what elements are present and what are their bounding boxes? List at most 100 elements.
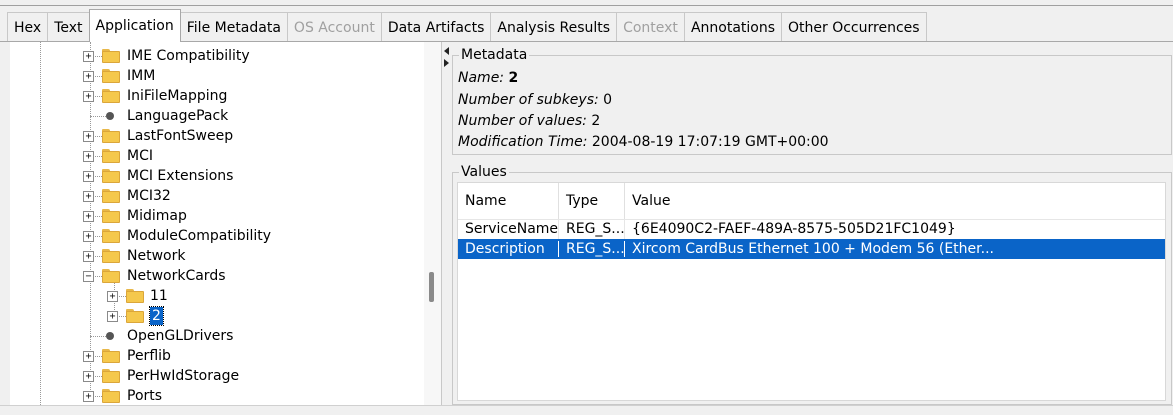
expand-icon[interactable]: +: [83, 251, 94, 262]
tree-guide-line: [40, 42, 41, 405]
metadata-name-label: Name:: [458, 70, 505, 86]
tree-connector: [90, 336, 106, 337]
tab-application[interactable]: Application: [88, 9, 181, 42]
tab-analysis-results[interactable]: Analysis Results: [490, 12, 618, 42]
tree-item-label[interactable]: 2: [149, 306, 164, 326]
tree-item-label[interactable]: MCI: [127, 147, 153, 165]
tree-item-label[interactable]: IME Compatibility: [127, 47, 250, 65]
folder-icon: [102, 129, 120, 143]
expand-icon[interactable]: +: [83, 71, 94, 82]
registry-tree[interactable]: + IME Compatibility + IMM + IniFileMapping Lan…: [10, 42, 442, 405]
tree-item-label[interactable]: IMM: [127, 67, 155, 85]
metadata-title: Metadata: [459, 47, 530, 63]
folder-icon: [102, 249, 120, 263]
expand-icon[interactable]: +: [83, 191, 94, 202]
folder-icon: [102, 169, 120, 183]
folder-icon: [102, 229, 120, 243]
tab-annotations[interactable]: Annotations: [683, 12, 783, 42]
values-title: Values: [459, 164, 509, 180]
table-row-1-type[interactable]: REG_S...: [559, 219, 625, 239]
cell-separator: [558, 241, 559, 257]
column-header-type[interactable]: Type: [559, 183, 625, 219]
expand-icon[interactable]: +: [83, 91, 94, 102]
folder-icon: [126, 289, 144, 303]
collapse-icon[interactable]: −: [83, 271, 94, 282]
table-row-2-name[interactable]: Description: [458, 239, 559, 259]
window-top-border: [0, 0, 1173, 6]
metadata-subkeys-line: Number of subkeys: 0: [458, 92, 612, 108]
tree-item-label[interactable]: ModuleCompatibility: [127, 227, 271, 245]
registry-value-icon: [106, 112, 114, 120]
tree-item-label[interactable]: Midimap: [127, 207, 187, 225]
values-table[interactable]: Name Type Value ServiceName REG_S... {6E…: [457, 182, 1166, 401]
metadata-mtime-value: 2004-08-19 17:07:19 GMT+00:00: [591, 134, 829, 150]
folder-icon: [102, 209, 120, 223]
tab-file-metadata[interactable]: File Metadata: [179, 12, 288, 42]
folder-icon: [102, 69, 120, 83]
tab-other-occurrences[interactable]: Other Occurrences: [781, 12, 927, 42]
table-row-1-value[interactable]: {6E4090C2-FAEF-489A-8575-505D21FC1049}: [625, 219, 1165, 239]
metadata-mtime-line: Modification Time: 2004-08-19 17:07:19 G…: [458, 134, 829, 150]
expand-icon[interactable]: +: [83, 231, 94, 242]
expand-icon[interactable]: +: [83, 371, 94, 382]
tab-os-account[interactable]: OS Account: [286, 12, 382, 42]
folder-icon: [102, 49, 120, 63]
folder-icon: [102, 389, 120, 403]
panel-splitter[interactable]: [442, 42, 450, 405]
tree-item-label[interactable]: Network: [127, 247, 185, 265]
tab-text[interactable]: Text: [47, 12, 90, 42]
bottom-border: [0, 405, 1173, 415]
folder-icon: [102, 149, 120, 163]
metadata-subkeys-label: Number of subkeys:: [458, 92, 599, 108]
folder-icon: [102, 269, 120, 283]
tab-hex[interactable]: Hex: [7, 12, 49, 42]
folder-icon: [102, 349, 120, 363]
table-row-2-type[interactable]: REG_S...: [559, 239, 625, 259]
tree-item-label[interactable]: 11: [150, 287, 168, 305]
expand-icon[interactable]: +: [83, 51, 94, 62]
expand-icon[interactable]: +: [83, 171, 94, 182]
column-separator: [624, 219, 625, 239]
tree-item-label[interactable]: Perflib: [127, 347, 171, 365]
expand-icon[interactable]: +: [83, 391, 94, 402]
metadata-values-line: Number of values: 2: [458, 113, 600, 129]
metadata-name-value: 2: [508, 70, 519, 86]
tree-item-label[interactable]: LanguagePack: [127, 107, 228, 125]
tree-scrollbar[interactable]: [424, 42, 441, 405]
column-header-name[interactable]: Name: [458, 183, 559, 219]
column-header-value[interactable]: Value: [625, 183, 1165, 219]
registry-value-icon: [106, 332, 114, 340]
splitter-left-arrow-icon[interactable]: [444, 47, 449, 55]
tree-scrollbar-thumb[interactable]: [429, 272, 434, 302]
metadata-mtime-label: Modification Time:: [458, 134, 588, 150]
tree-item-label[interactable]: MCI32: [127, 187, 171, 205]
tab-context[interactable]: Context: [616, 12, 685, 42]
expand-icon[interactable]: +: [83, 131, 94, 142]
tree-item-label[interactable]: OpenGLDrivers: [127, 327, 233, 345]
tree-item-label[interactable]: NetworkCards: [127, 267, 226, 285]
metadata-values-label: Number of values:: [458, 113, 587, 129]
folder-icon: [102, 189, 120, 203]
tree-item-label[interactable]: LastFontSweep: [127, 127, 233, 145]
expand-icon[interactable]: +: [83, 151, 94, 162]
tree-item-label[interactable]: MCI Extensions: [127, 167, 233, 185]
expand-icon[interactable]: +: [107, 311, 118, 322]
cell-separator: [624, 241, 625, 257]
folder-icon: [126, 309, 144, 323]
metadata-name-line: Name: 2: [458, 70, 518, 86]
tree-connector: [90, 116, 106, 117]
folder-icon: [102, 89, 120, 103]
metadata-subkeys-value: 0: [603, 92, 613, 108]
splitter-right-arrow-icon[interactable]: [444, 59, 449, 67]
expand-icon[interactable]: +: [83, 351, 94, 362]
tree-item-label[interactable]: Ports: [127, 387, 162, 405]
tab-data-artifacts[interactable]: Data Artifacts: [380, 12, 492, 42]
expand-icon[interactable]: +: [83, 211, 94, 222]
metadata-values-value: 2: [591, 113, 601, 129]
tree-item-label[interactable]: IniFileMapping: [127, 87, 227, 105]
table-row-1-name[interactable]: ServiceName: [458, 219, 559, 239]
expand-icon[interactable]: +: [107, 291, 118, 302]
content-viewer-tabs: Hex Text Application File Metadata OS Ac…: [7, 9, 927, 42]
table-row-2-value[interactable]: Xircom CardBus Ethernet 100 + Modem 56 (…: [625, 239, 1165, 259]
tree-item-label[interactable]: PerHwIdStorage: [127, 367, 239, 385]
